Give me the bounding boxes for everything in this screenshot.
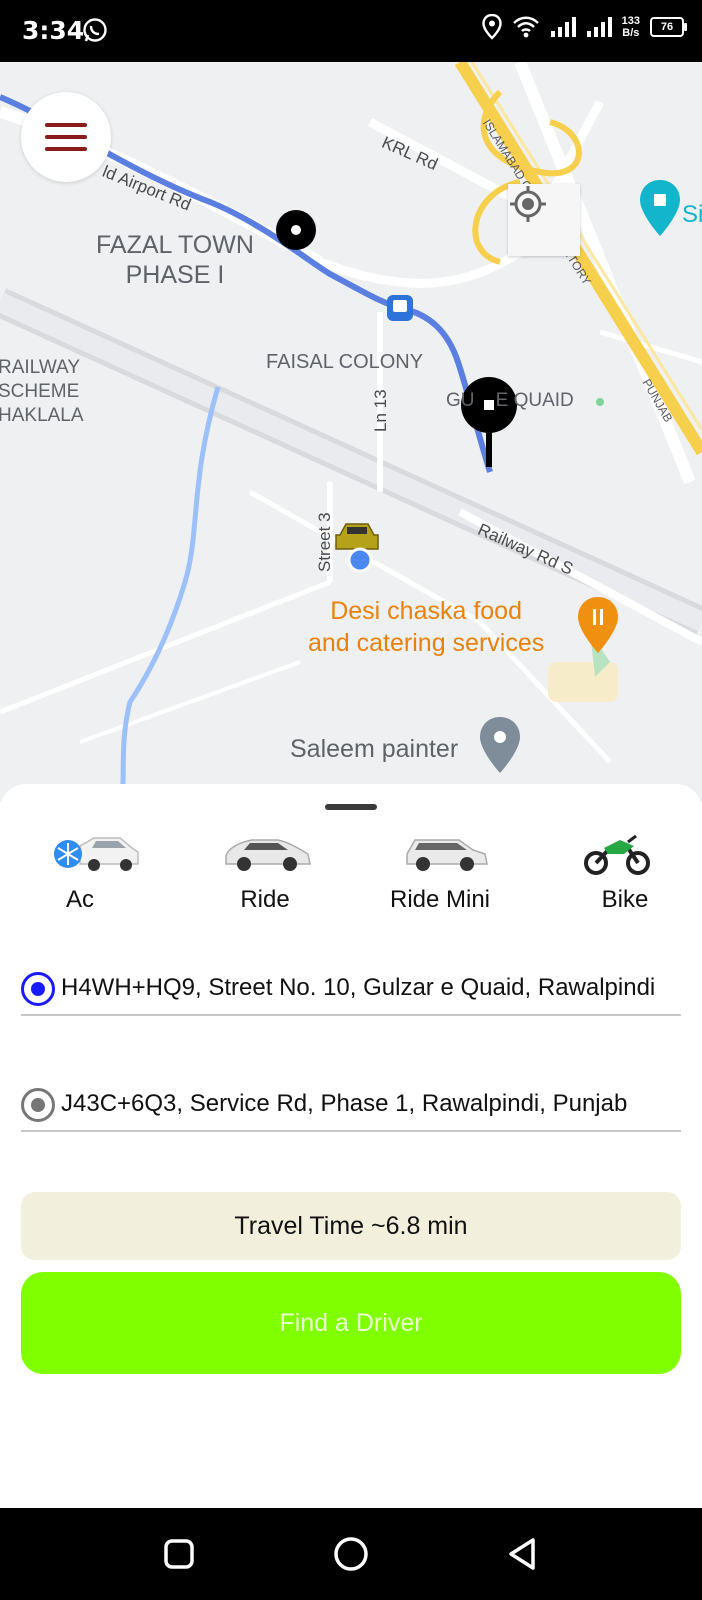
system-nav-bar xyxy=(0,1508,702,1600)
vehicle-label: Ride Mini xyxy=(389,886,491,913)
vehicle-option-ride-mini[interactable]: Ride Mini xyxy=(385,824,535,924)
ac-car-icon xyxy=(54,837,139,871)
signal-icon xyxy=(586,17,612,37)
dropoff-address[interactable]: J43C+6Q3, Service Rd, Phase 1, Rawalpind… xyxy=(61,1090,681,1124)
drag-handle[interactable] xyxy=(325,804,377,810)
map-label-si: Si xyxy=(682,201,702,228)
pickup-radio-icon[interactable] xyxy=(21,972,55,1006)
menu-button[interactable] xyxy=(21,92,111,182)
network-speed: 133 B/s xyxy=(621,15,640,39)
vehicle-label: Bike xyxy=(601,886,649,913)
mini-car-icon xyxy=(406,839,488,871)
home-icon[interactable] xyxy=(331,1534,371,1574)
hamburger-icon xyxy=(45,123,87,127)
status-bar: 3:34 133 B/s 76 xyxy=(0,0,702,62)
poi-desi-chaska: Desi chaska food and catering services xyxy=(308,597,545,657)
vehicle-label: Ac xyxy=(65,886,94,913)
map-label-faisal-colony: FAISAL COLONY xyxy=(266,351,424,373)
pickup-underline xyxy=(21,1014,681,1016)
my-location-button[interactable] xyxy=(508,184,580,256)
map-view[interactable]: ld Airport Rd KRL Rd FAZAL TOWN PHASE I … xyxy=(0,62,702,802)
whatsapp-icon xyxy=(83,18,107,42)
map-label-fazal-town: FAZAL TOWN PHASE I xyxy=(96,231,254,289)
pickup-address[interactable]: H4WH+HQ9, Street No. 10, Gulzar e Quaid,… xyxy=(61,974,681,1008)
map-label-gulzar-quaid: GU E QUAID xyxy=(446,390,574,411)
vehicle-label: Ride xyxy=(240,886,290,913)
crosshair-icon xyxy=(510,186,546,222)
status-icons: 133 B/s 76 xyxy=(481,14,687,40)
motorbike-icon xyxy=(584,834,650,875)
map-label-ln13: Ln 13 xyxy=(371,389,390,432)
pickup-field[interactable]: H4WH+HQ9, Street No. 10, Gulzar e Quaid,… xyxy=(21,958,681,1018)
dropoff-radio-icon[interactable] xyxy=(21,1088,55,1122)
poi-saleem-painter: Saleem painter xyxy=(290,735,459,763)
bottom-sheet: Ac Ride Ride Mini Bike H4WH+HQ9, Street … xyxy=(0,784,702,1508)
dropoff-field[interactable]: J43C+6Q3, Service Rd, Phase 1, Rawalpind… xyxy=(21,1074,681,1134)
dropoff-underline xyxy=(21,1130,681,1132)
signal-icon xyxy=(550,17,576,37)
map-label-street3: Street 3 xyxy=(315,512,334,572)
travel-time-banner: Travel Time ~6.8 min xyxy=(21,1192,681,1260)
vehicle-option-ride[interactable]: Ride xyxy=(210,824,360,924)
vehicle-option-bike[interactable]: Bike xyxy=(550,824,700,924)
car-icon xyxy=(225,839,311,871)
back-icon[interactable] xyxy=(503,1534,543,1574)
map-label-railway-scheme: RAILWAY SCHEME HAKLALA xyxy=(0,357,84,426)
battery-icon: 76 xyxy=(650,17,687,37)
location-pin-icon xyxy=(481,14,502,40)
find-driver-button[interactable]: Find a Driver xyxy=(21,1272,681,1374)
vehicle-options: Ac Ride Ride Mini Bike xyxy=(0,824,702,924)
wifi-icon xyxy=(512,16,539,38)
recents-icon[interactable] xyxy=(159,1534,199,1574)
vehicle-option-ac[interactable]: Ac xyxy=(30,824,180,924)
status-time: 3:34 xyxy=(22,16,85,45)
